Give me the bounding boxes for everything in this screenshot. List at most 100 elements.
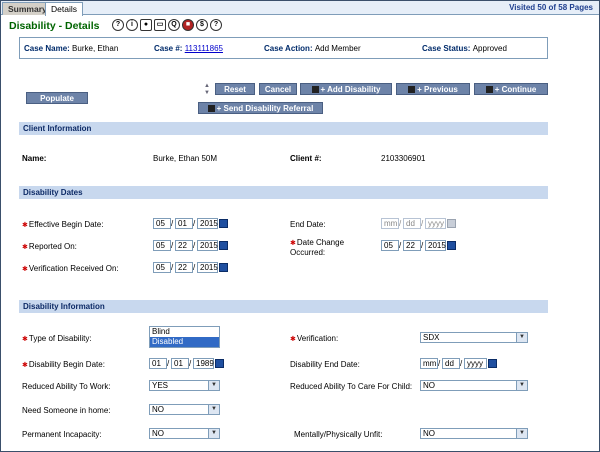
section-disability-dates: Disability Dates [19, 186, 548, 199]
change-year-input[interactable]: 2015 [425, 240, 446, 251]
page-title: Disability - Details [9, 20, 100, 32]
reset-button[interactable]: Reset [215, 83, 255, 95]
required-icon: ✱ [22, 222, 28, 229]
chevron-down-icon: ▼ [516, 429, 527, 438]
tab-details[interactable]: Details [45, 2, 83, 16]
calendar-icon[interactable] [488, 359, 497, 368]
date-separator: / [193, 263, 196, 272]
begin-day-input[interactable]: 01 [171, 358, 189, 369]
verification-received-label: ✱Verification Received On: [22, 264, 119, 273]
client-number-label: Client #: [290, 154, 322, 163]
begin-month-input[interactable]: 01 [149, 358, 167, 369]
effective-begin-month-input[interactable]: 05 [153, 218, 171, 229]
reduced-ability-work-select[interactable]: YES ▼ [149, 380, 220, 391]
populate-button[interactable]: Populate [26, 92, 88, 104]
client-number-value: 2103306901 [381, 154, 426, 163]
visited-pages-counter: Visited 50 of 58 Pages [509, 3, 593, 12]
help-icon[interactable]: ? [112, 19, 124, 31]
verification-label: ✱Verification: [290, 334, 338, 343]
date-change-text-1: Date Change [296, 238, 345, 247]
info-icon[interactable]: i [126, 19, 138, 31]
reduced-ability-care-value: NO [423, 381, 435, 390]
date-separator: / [399, 241, 402, 250]
date-separator: / [438, 359, 441, 368]
case-name-label: Case Name: [24, 44, 70, 53]
verification-received-text: Verification Received On: [28, 264, 119, 273]
permanent-incapacity-select[interactable]: NO ▼ [149, 428, 220, 439]
toolbar-icons: ? i ● ▭ Q ■ $ ? [112, 19, 222, 31]
add-disability-label: + Add Disability [320, 85, 381, 94]
need-someone-select[interactable]: NO ▼ [149, 404, 220, 415]
client-name-label: Name: [22, 154, 47, 163]
disability-end-month-input[interactable]: mm [420, 358, 438, 369]
verification-month-input[interactable]: 05 [153, 262, 171, 273]
type-of-disability-label: ✱Type of Disability: [22, 334, 92, 343]
date-separator: / [193, 219, 196, 228]
case-status-value: Approved [472, 44, 507, 53]
reported-day-input[interactable]: 22 [175, 240, 193, 251]
end-day-input: dd [403, 218, 421, 229]
reduced-ability-care-select[interactable]: NO ▼ [420, 380, 528, 391]
calendar-icon[interactable] [219, 219, 228, 228]
calendar-icon[interactable] [219, 241, 228, 250]
client-name-value: Burke, Ethan 50M [153, 154, 218, 163]
stepper-control[interactable]: ▲ ▼ [202, 83, 212, 99]
end-date-label: End Date: [290, 220, 326, 229]
page-icon[interactable]: ▭ [154, 19, 166, 31]
reported-year-input[interactable]: 2015 [197, 240, 218, 251]
continue-label: + Continue [494, 85, 537, 94]
case-number-link[interactable]: 113111865 [185, 44, 223, 53]
date-separator: / [171, 241, 174, 250]
verification-value: SDX [423, 333, 440, 342]
case-summary-box: Case Name: Burke, Ethan Case #: 11311186… [19, 37, 548, 59]
change-day-input[interactable]: 22 [403, 240, 421, 251]
need-someone-label: Need Someone in home: [22, 406, 111, 415]
effective-begin-day-input[interactable]: 01 [175, 218, 193, 229]
reduced-ability-work-value: YES [152, 381, 169, 390]
reported-on-text: Reported On: [28, 242, 77, 251]
effective-begin-year-input[interactable]: 2015 [197, 218, 218, 229]
disability-begin-date-text: Disability Begin Date: [28, 360, 105, 369]
previous-button[interactable]: + Previous [396, 83, 470, 95]
send-disability-referral-button[interactable]: + Send Disability Referral [198, 102, 323, 114]
case-action: Case Action: Add Member [264, 44, 361, 53]
mentally-physically-unfit-select[interactable]: NO ▼ [420, 428, 528, 439]
begin-year-input[interactable]: 1989 [193, 358, 214, 369]
reported-month-input[interactable]: 05 [153, 240, 171, 251]
verification-day-input[interactable]: 22 [175, 262, 193, 273]
type-of-disability-listbox[interactable]: Blind Disabled [149, 326, 220, 348]
chevron-down-icon: ▼ [208, 429, 219, 438]
reported-on-label: ✱Reported On: [22, 242, 77, 251]
stop-icon[interactable]: ■ [182, 19, 194, 31]
query-icon[interactable]: ? [210, 19, 222, 31]
add-disability-button[interactable]: + Add Disability [300, 83, 392, 95]
case-number-label: Case #: [154, 44, 183, 53]
date-separator: / [399, 219, 402, 228]
date-change-occurred-label: ✱Date Change Occurred: [290, 238, 344, 257]
continue-button[interactable]: + Continue [474, 83, 548, 95]
calendar-icon[interactable] [215, 359, 224, 368]
list-item[interactable]: Blind [150, 327, 219, 337]
case-status: Case Status: Approved [422, 44, 507, 53]
calendar-icon[interactable] [447, 241, 456, 250]
dollar-icon[interactable]: $ [196, 19, 208, 31]
list-item-selected[interactable]: Disabled [150, 337, 219, 347]
type-of-disability-text: Type of Disability: [28, 334, 92, 343]
chevron-down-icon: ▼ [208, 405, 219, 414]
verification-text: Verification: [296, 334, 339, 343]
search-icon[interactable]: Q [168, 19, 180, 31]
required-icon: ✱ [22, 362, 28, 369]
disability-end-year-input[interactable]: yyyy [464, 358, 487, 369]
calendar-icon[interactable] [219, 263, 228, 272]
case-action-value: Add Member [314, 44, 361, 53]
person-icon[interactable]: ● [140, 19, 152, 31]
verification-year-input[interactable]: 2015 [197, 262, 218, 273]
date-separator: / [189, 359, 192, 368]
disability-end-day-input[interactable]: dd [442, 358, 460, 369]
case-name-value: Burke, Ethan [72, 44, 119, 53]
mentally-physically-unfit-label: Mentally/Physically Unfit: [294, 430, 383, 439]
cancel-button[interactable]: Cancel [259, 83, 297, 95]
change-month-input[interactable]: 05 [381, 240, 399, 251]
case-number: Case #: 113111865 [154, 44, 223, 53]
verification-select[interactable]: SDX ▼ [420, 332, 528, 343]
